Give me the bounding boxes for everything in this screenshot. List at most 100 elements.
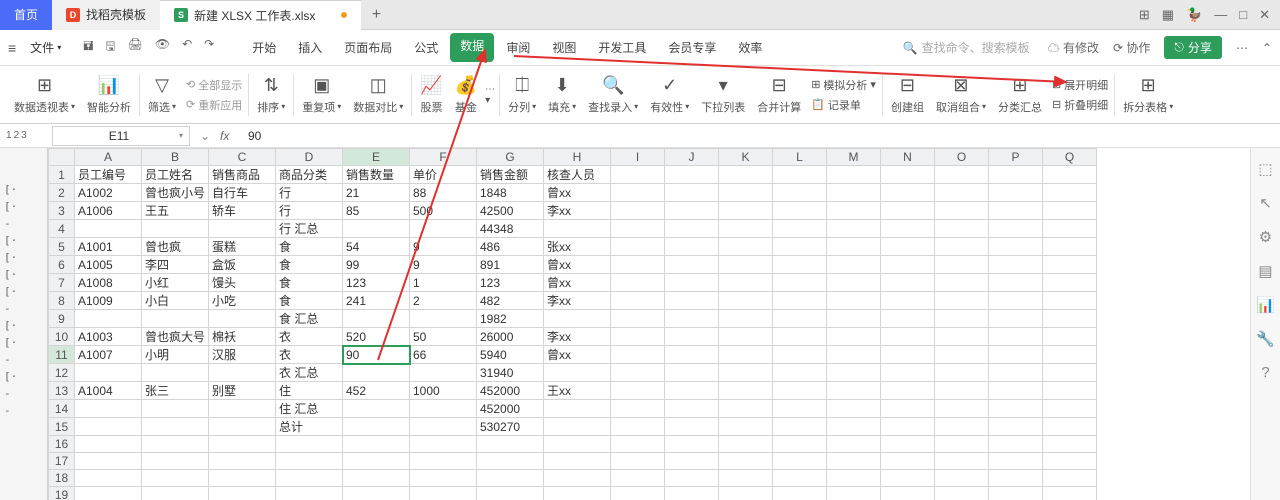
cell[interactable] <box>935 328 989 346</box>
cell[interactable] <box>544 436 611 453</box>
find-entry-button[interactable]: 🔍查找录入▾ <box>582 68 644 122</box>
cell[interactable] <box>935 202 989 220</box>
cell[interactable]: 食 <box>276 292 343 310</box>
cell[interactable] <box>1043 400 1097 418</box>
outline-toggle[interactable]: [· <box>4 319 17 332</box>
cell[interactable] <box>1043 166 1097 184</box>
cell[interactable] <box>719 220 773 238</box>
cell[interactable] <box>773 292 827 310</box>
cell[interactable] <box>1043 292 1097 310</box>
cell[interactable] <box>827 256 881 274</box>
row-header[interactable]: 15 <box>49 418 75 436</box>
cell[interactable] <box>477 453 544 470</box>
cell[interactable] <box>75 470 142 487</box>
cell[interactable]: 42500 <box>477 202 544 220</box>
cell[interactable] <box>773 470 827 487</box>
ungroup-button[interactable]: ⊠取消组合▾ <box>930 68 992 122</box>
cell[interactable] <box>881 220 935 238</box>
ribbon-tab-6[interactable]: 视图 <box>542 33 586 62</box>
cell[interactable] <box>719 364 773 382</box>
row-header[interactable]: 6 <box>49 256 75 274</box>
cell[interactable] <box>665 400 719 418</box>
cell[interactable] <box>75 220 142 238</box>
ribbon-tab-1[interactable]: 插入 <box>288 33 332 62</box>
cell[interactable] <box>719 346 773 364</box>
cell[interactable]: 452 <box>343 382 410 400</box>
more-menu[interactable]: ⋯ <box>1236 41 1248 55</box>
cell[interactable] <box>142 364 209 382</box>
cell[interactable] <box>935 487 989 500</box>
cell[interactable]: 曾xx <box>544 184 611 202</box>
col-header-G[interactable]: G <box>477 149 544 166</box>
cell[interactable] <box>1043 274 1097 292</box>
cell[interactable]: A1007 <box>75 346 142 364</box>
redo-icon[interactable]: ↷ <box>204 37 214 58</box>
cell[interactable] <box>719 487 773 500</box>
ribbon-tab-2[interactable]: 页面布局 <box>334 33 402 62</box>
cell[interactable] <box>827 238 881 256</box>
cell[interactable]: 食 <box>276 274 343 292</box>
cell[interactable] <box>1043 453 1097 470</box>
cell[interactable]: 王xx <box>544 382 611 400</box>
cell[interactable] <box>827 202 881 220</box>
cell[interactable] <box>343 453 410 470</box>
cell[interactable] <box>719 274 773 292</box>
rail-chart-icon[interactable]: 📊 <box>1256 296 1275 314</box>
cell[interactable]: 销售金额 <box>477 166 544 184</box>
cell[interactable] <box>1043 487 1097 500</box>
cell[interactable] <box>544 470 611 487</box>
cell[interactable] <box>209 400 276 418</box>
cell[interactable]: 50 <box>410 328 477 346</box>
menu-hamburger-icon[interactable]: ≡ <box>8 40 16 56</box>
cell[interactable] <box>719 166 773 184</box>
cell[interactable]: 总计 <box>276 418 343 436</box>
cell[interactable]: 馒头 <box>209 274 276 292</box>
cell[interactable] <box>1043 328 1097 346</box>
share-button[interactable]: ⎋ 分享 <box>1164 36 1222 59</box>
cell[interactable] <box>343 487 410 500</box>
cell[interactable] <box>719 310 773 328</box>
row-header[interactable]: 18 <box>49 470 75 487</box>
new-tab-button[interactable]: + <box>361 6 391 24</box>
cell[interactable] <box>477 436 544 453</box>
cell[interactable]: 452000 <box>477 400 544 418</box>
row-header[interactable]: 7 <box>49 274 75 292</box>
table-row[interactable]: 2A1002曾也疯小号自行车行21881848曾xx <box>49 184 1097 202</box>
cell[interactable]: 李xx <box>544 328 611 346</box>
cell[interactable] <box>477 487 544 500</box>
cell[interactable] <box>827 184 881 202</box>
outline-toggle[interactable]: [· <box>4 183 17 196</box>
cell[interactable] <box>410 220 477 238</box>
col-header-E[interactable]: E <box>343 149 410 166</box>
cell[interactable] <box>209 220 276 238</box>
cell[interactable] <box>989 346 1043 364</box>
ribbon-tab-7[interactable]: 开发工具 <box>588 33 656 62</box>
table-row[interactable]: 8A1009小白小吃食2412482李xx <box>49 292 1097 310</box>
rail-help-icon[interactable]: ? <box>1261 364 1269 381</box>
cell[interactable] <box>343 470 410 487</box>
ribbon-tab-9[interactable]: 效率 <box>728 33 772 62</box>
cell[interactable] <box>611 346 665 364</box>
cell[interactable] <box>343 418 410 436</box>
outline-toggle[interactable]: [· <box>4 370 17 383</box>
cell[interactable] <box>989 364 1043 382</box>
cell[interactable] <box>935 364 989 382</box>
cell[interactable] <box>544 487 611 500</box>
cell[interactable]: 食 <box>276 256 343 274</box>
cell[interactable]: 棉袄 <box>209 328 276 346</box>
cell[interactable] <box>665 184 719 202</box>
collapse-detail-button[interactable]: ⊟ 折叠明细 <box>1052 97 1108 113</box>
outline-toggle[interactable]: [· <box>4 200 17 213</box>
row-header[interactable]: 10 <box>49 328 75 346</box>
table-row[interactable]: 15总计530270 <box>49 418 1097 436</box>
row-header[interactable]: 9 <box>49 310 75 328</box>
table-row[interactable]: 9食 汇总1982 <box>49 310 1097 328</box>
table-row[interactable]: 14住 汇总452000 <box>49 400 1097 418</box>
cell[interactable]: 行 <box>276 202 343 220</box>
cell[interactable] <box>989 166 1043 184</box>
table-row[interactable]: 16 <box>49 436 1097 453</box>
cell[interactable] <box>881 166 935 184</box>
fx-dropdown-icon[interactable]: ⌄ <box>190 129 220 143</box>
cell[interactable]: 1000 <box>410 382 477 400</box>
cell[interactable] <box>343 310 410 328</box>
